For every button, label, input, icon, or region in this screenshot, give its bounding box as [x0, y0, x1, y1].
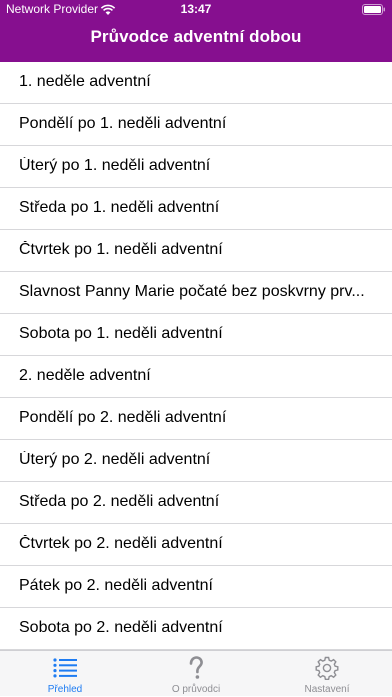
list-icon	[53, 658, 77, 678]
page-title: Průvodce adventní dobou	[90, 27, 302, 46]
gear-icon	[315, 656, 339, 680]
list-item[interactable]: 1. neděle adventní	[0, 62, 392, 104]
list-item-label: Slavnost Panny Marie počaté bez poskvrny…	[19, 283, 365, 300]
tab-bar: Přehled O průvodci Nastavení	[0, 650, 392, 696]
tab-label: Nastavení	[304, 684, 350, 695]
list-item[interactable]: Úterý po 1. neděli adventní	[0, 146, 392, 188]
list-item[interactable]: Úterý po 2. neděli adventní	[0, 440, 392, 482]
list-item-label: Úterý po 2. neděli adventní	[19, 451, 211, 468]
list-item-label: Úterý po 1. neděli adventní	[19, 157, 211, 174]
list-item-label: Sobota po 1. neděli adventní	[19, 325, 223, 342]
question-icon	[189, 656, 203, 679]
list-item-label: 2. neděle adventní	[19, 367, 151, 384]
list-item-label: Pondělí po 2. neděli adventní	[19, 409, 227, 426]
list-item-label: Středa po 2. neděli adventní	[19, 493, 220, 510]
list-item[interactable]: Slavnost Panny Marie počaté bez poskvrny…	[0, 272, 392, 314]
tab-nastaveni[interactable]: Nastavení	[262, 651, 392, 697]
list-item[interactable]: Čtvrtek po 2. neděli adventní	[0, 524, 392, 566]
status-time: 13:47	[180, 2, 212, 16]
tab-o-pruvodci[interactable]: O průvodci	[131, 651, 261, 697]
list-item-label: 1. neděle adventní	[19, 73, 151, 90]
list-item[interactable]: Čtvrtek po 1. neděli adventní	[0, 230, 392, 272]
list-item[interactable]: Sobota po 1. neděli adventní	[0, 314, 392, 356]
list-item[interactable]: Pondělí po 1. neděli adventní	[0, 104, 392, 146]
list-item-label: Čtvrtek po 2. neděli adventní	[19, 535, 223, 552]
app-header: Network Provider 13:47 Průvodce adventní…	[0, 0, 392, 62]
list-item-label: Čtvrtek po 1. neděli adventní	[19, 241, 223, 258]
tab-prehled[interactable]: Přehled	[0, 651, 130, 697]
list-item-label: Sobota po 2. neděli adventní	[19, 619, 223, 636]
list-item[interactable]: Středa po 1. neděli adventní	[0, 188, 392, 230]
status-bar: Network Provider 13:47	[0, 0, 392, 20]
battery-icon	[362, 4, 385, 15]
days-list: 1. neděle adventní Pondělí po 1. neděli …	[0, 62, 392, 650]
tab-label: O průvodci	[171, 684, 221, 695]
list-item[interactable]: 2. neděle adventní	[0, 356, 392, 398]
list-item[interactable]: Pátek po 2. neděli adventní	[0, 566, 392, 608]
list-item[interactable]: Pondělí po 2. neděli adventní	[0, 398, 392, 440]
list-item-label: Pondělí po 1. neděli adventní	[19, 115, 227, 132]
list-item-label: Pátek po 2. neděli adventní	[19, 577, 213, 594]
tab-label: Přehled	[47, 684, 83, 695]
list-item[interactable]: Sobota po 2. neděli adventní	[0, 608, 392, 650]
list-item[interactable]: Středa po 2. neděli adventní	[0, 482, 392, 524]
list-item-label: Středa po 1. neděli adventní	[19, 199, 220, 216]
